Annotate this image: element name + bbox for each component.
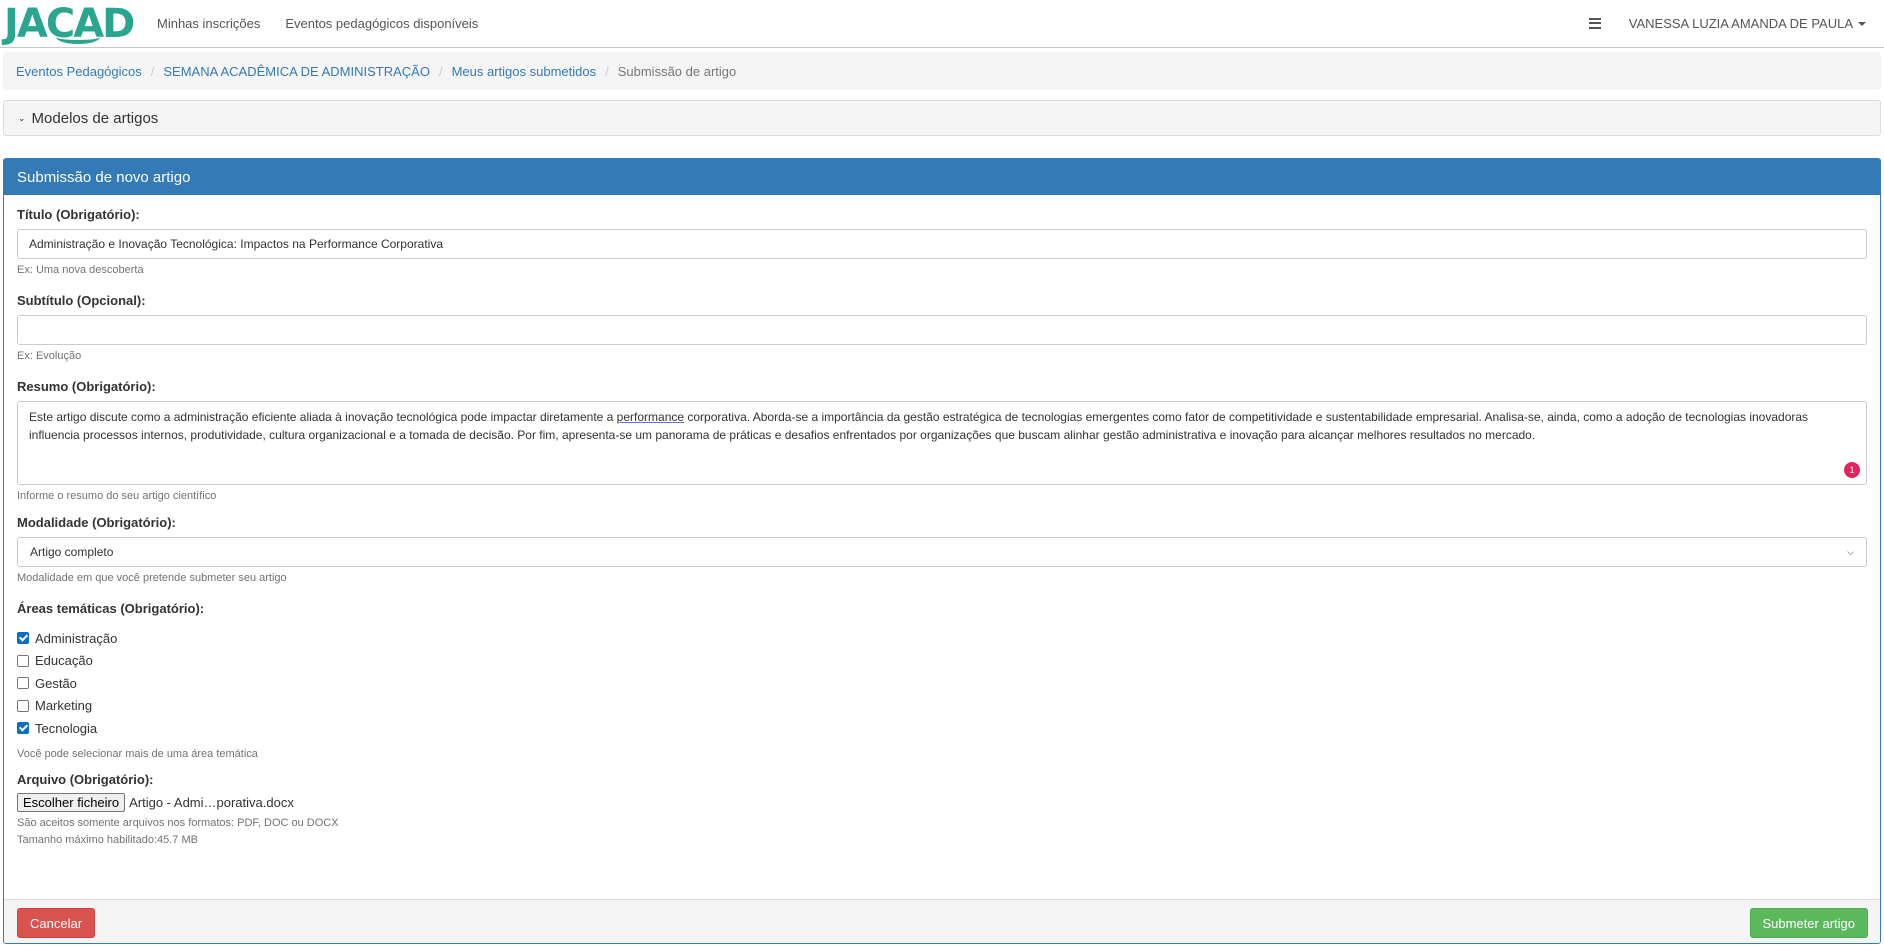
breadcrumb-separator: /	[150, 63, 155, 79]
title-help: Ex: Uma nova descoberta	[17, 264, 144, 276]
checkbox-checked-icon[interactable]	[17, 722, 29, 735]
panel-footer: Cancelar Submeter artigo	[4, 899, 1880, 943]
list-icon[interactable]	[1588, 17, 1601, 29]
submission-panel: Submissão de novo artigo Título (Obrigat…	[3, 158, 1881, 944]
breadcrumb-separator: /	[605, 63, 609, 79]
areas-help: Você pode selecionar mais de uma área te…	[17, 747, 258, 760]
subtitle-label: Subtítulo (Opcional):	[17, 293, 146, 308]
areas-checkbox-group: Administração Educação Gestão Marketing …	[17, 627, 1867, 740]
subtitle-input[interactable]	[17, 315, 1867, 345]
breadcrumb-separator: /	[438, 63, 443, 79]
title-input[interactable]: Administração e Inovação Tecnológica: Im…	[17, 229, 1867, 259]
models-panel-title: Modelos de artigos	[31, 109, 159, 127]
area-option[interactable]: Educação	[17, 650, 1867, 673]
modality-selected: Artigo completo	[30, 545, 114, 559]
submit-article-button[interactable]: Submeter artigo	[1749, 908, 1868, 938]
modality-help: Modalidade em que você pretende submeter…	[17, 572, 287, 584]
file-help-formats: São aceitos somente arquivos nos formato…	[17, 816, 339, 829]
area-option-label: Administração	[35, 630, 118, 646]
modality-select[interactable]: Artigo completo ⌵	[17, 537, 1867, 567]
panel-heading: Submissão de novo artigo	[4, 159, 1880, 195]
area-option[interactable]: Gestão	[17, 672, 1867, 695]
title-label: Título (Obrigatório):	[17, 207, 140, 222]
file-label: Arquivo (Obrigatório):	[17, 771, 154, 787]
spellcheck-word[interactable]: performance	[617, 410, 684, 424]
user-name: VANESSA LUZIA AMANDA DE PAULA	[1628, 15, 1853, 31]
panel-body: Título (Obrigatório): Administração e In…	[4, 195, 1880, 849]
cancel-button[interactable]: Cancelar	[17, 908, 96, 938]
summary-label: Resumo (Obrigatório):	[17, 379, 156, 394]
subtitle-help: Ex: Evolução	[17, 350, 82, 362]
logo-swoosh-icon	[56, 30, 100, 44]
breadcrumb-item-events[interactable]: Eventos Pedagógicos	[16, 64, 142, 79]
area-option-label: Educação	[35, 653, 93, 669]
navbar: JACAD Minhas inscrições Eventos pedagógi…	[0, 0, 1884, 48]
checkbox-icon[interactable]	[17, 677, 29, 690]
nav-right: VANESSA LUZIA AMANDA DE PAULA	[1588, 0, 1866, 46]
area-option-label: Gestão	[35, 675, 77, 691]
modality-label: Modalidade (Obrigatório):	[17, 515, 176, 530]
breadcrumb-item-my-articles[interactable]: Meus artigos submetidos	[452, 64, 597, 79]
breadcrumb-current: Submissão de artigo	[617, 63, 737, 79]
summary-help: Informe o resumo do seu artigo científic…	[17, 490, 217, 502]
nav-link-available-events[interactable]: Eventos pedagógicos disponíveis	[285, 16, 478, 31]
file-input[interactable]: Escolher ficheiro Artigo - Admi…porativa…	[17, 792, 1867, 812]
breadcrumb: Eventos Pedagógicos / SEMANA ACADÊMICA D…	[3, 52, 1881, 90]
checkbox-icon[interactable]	[17, 699, 29, 712]
file-name: Artigo - Admi…porativa.docx	[129, 794, 294, 810]
summary-textarea[interactable]: Este artigo discute como a administração…	[17, 401, 1867, 485]
chevron-down-icon: ⌵	[1847, 546, 1854, 557]
user-menu[interactable]: VANESSA LUZIA AMANDA DE PAULA	[1629, 16, 1866, 31]
chevron-down-icon: ⌄	[18, 112, 26, 123]
caret-down-icon	[1858, 22, 1866, 27]
areas-label: Áreas temáticas (Obrigatório):	[17, 601, 205, 616]
area-option-label: Marketing	[35, 698, 93, 714]
breadcrumb-item-week[interactable]: SEMANA ACADÊMICA DE ADMINISTRAÇÃO	[163, 64, 430, 79]
grammar-badge-icon[interactable]: 1	[1844, 462, 1860, 478]
nav-links: Minhas inscrições Eventos pedagógicos di…	[157, 0, 478, 46]
summary-text-start: Este artigo discute como a administração…	[29, 410, 617, 424]
nav-link-my-registrations[interactable]: Minhas inscrições	[157, 16, 260, 31]
area-option-label: Tecnologia	[35, 720, 98, 736]
area-option[interactable]: Marketing	[17, 695, 1867, 718]
area-option[interactable]: Tecnologia	[17, 717, 1867, 740]
area-option[interactable]: Administração	[17, 627, 1867, 650]
choose-file-button[interactable]: Escolher ficheiro	[17, 792, 126, 812]
models-panel-toggle[interactable]: ⌄ Modelos de artigos	[3, 100, 1881, 136]
checkbox-icon[interactable]	[17, 654, 29, 667]
checkbox-checked-icon[interactable]	[17, 632, 29, 645]
jacad-logo[interactable]: JACAD	[4, 2, 135, 46]
file-help-size: Tamanho máximo habilitado:45.7 MB	[17, 833, 198, 846]
